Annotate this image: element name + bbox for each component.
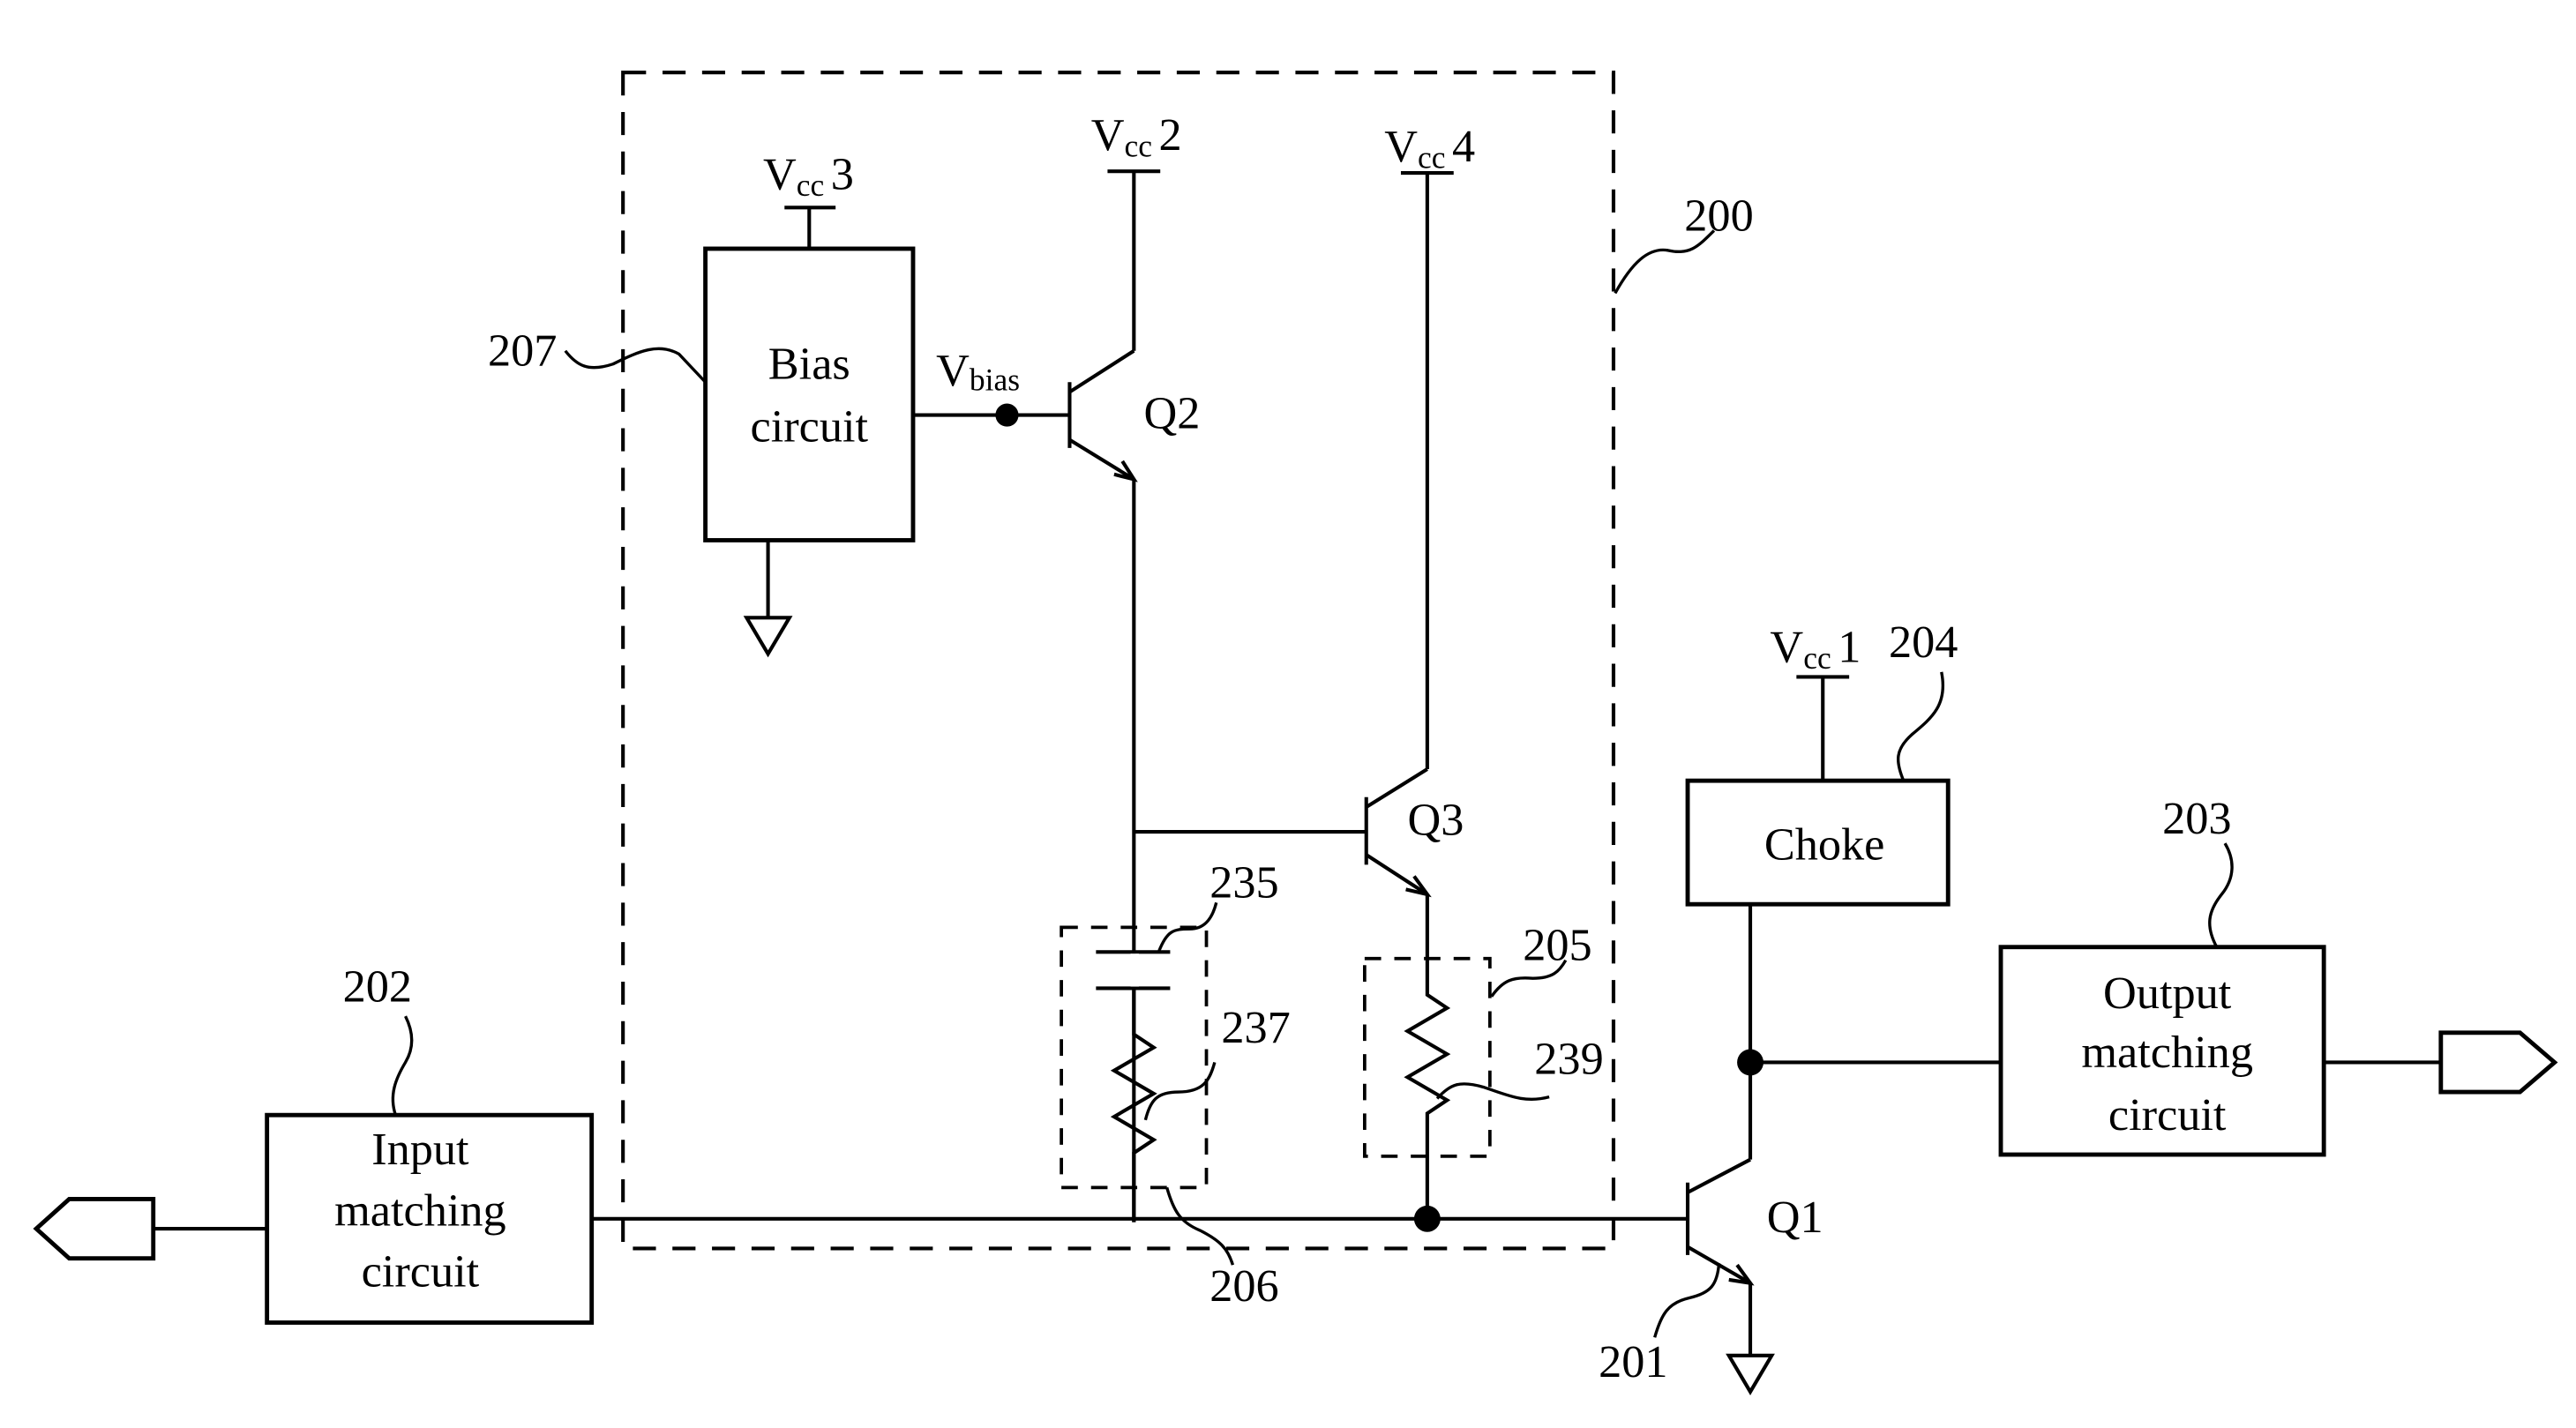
circuit-diagram: 200 Bias circuit 207 Vcc 3 Vbias Q2 Vcc 2 … [33,71,2558,1395]
q1-collector [1687,1157,1751,1194]
leader-239 [1435,1082,1550,1102]
input-matching-label-1: Input [371,1124,469,1175]
vcc4-label: Vcc 4 [1384,121,1475,175]
leader-206 [1165,1186,1235,1266]
ref-201: 201 [1599,1336,1667,1387]
ground-icon-bias [743,616,793,658]
input-matching-label-3: circuit [362,1245,480,1297]
ref-239: 239 [1534,1034,1603,1085]
vbias-node-dot [995,403,1019,427]
leader-204 [1897,671,1944,781]
q2-emitter [1068,437,1135,482]
resistor-239 [1404,893,1451,1219]
resistor-237 [1110,988,1157,1222]
output-matching-label-3: circuit [2108,1089,2227,1140]
q2-collector [1068,349,1135,394]
ref-235: 235 [1209,857,1278,908]
q3-emitter [1365,853,1428,896]
q3-label: Q3 [1407,795,1464,846]
bias-circuit-block [703,246,916,542]
leader-207 [564,347,707,384]
output-matching-label-2: matching [2081,1027,2253,1078]
leader-201 [1653,1263,1721,1338]
output-matching-label-1: Output [2103,968,2232,1019]
input-port-icon[interactable] [33,1197,156,1261]
vcc1-label: Vcc 1 [1770,622,1861,676]
output-port-icon[interactable] [2438,1030,2558,1095]
ref-207: 207 [488,325,557,377]
bias-circuit-label-1: Bias [768,339,850,390]
capacitor-gap [1130,953,1139,987]
ref-205: 205 [1523,920,1591,971]
leader-237 [1143,1062,1217,1121]
ref-200: 200 [1684,190,1753,241]
base-node-dot [1413,1205,1441,1232]
ref-206: 206 [1209,1260,1278,1312]
ref-204: 204 [1889,617,1958,668]
q2-label: Q2 [1144,388,1201,439]
vcc3-label: Vcc 3 [763,149,854,203]
bias-circuit-label-2: circuit [750,400,868,452]
ref-237: 237 [1221,1002,1290,1053]
ground-icon-q1 [1726,1353,1775,1395]
leader-202 [391,1015,414,1116]
vcc2-label: Vcc 2 [1091,109,1182,163]
input-matching-label-2: matching [334,1185,506,1236]
q1-label: Q1 [1767,1192,1823,1243]
ref-202: 202 [343,961,412,1012]
leader-203 [2208,842,2234,948]
choke-label: Choke [1764,819,1885,871]
ref-203: 203 [2162,793,2231,844]
vbias-label: Vbias [936,345,1020,398]
